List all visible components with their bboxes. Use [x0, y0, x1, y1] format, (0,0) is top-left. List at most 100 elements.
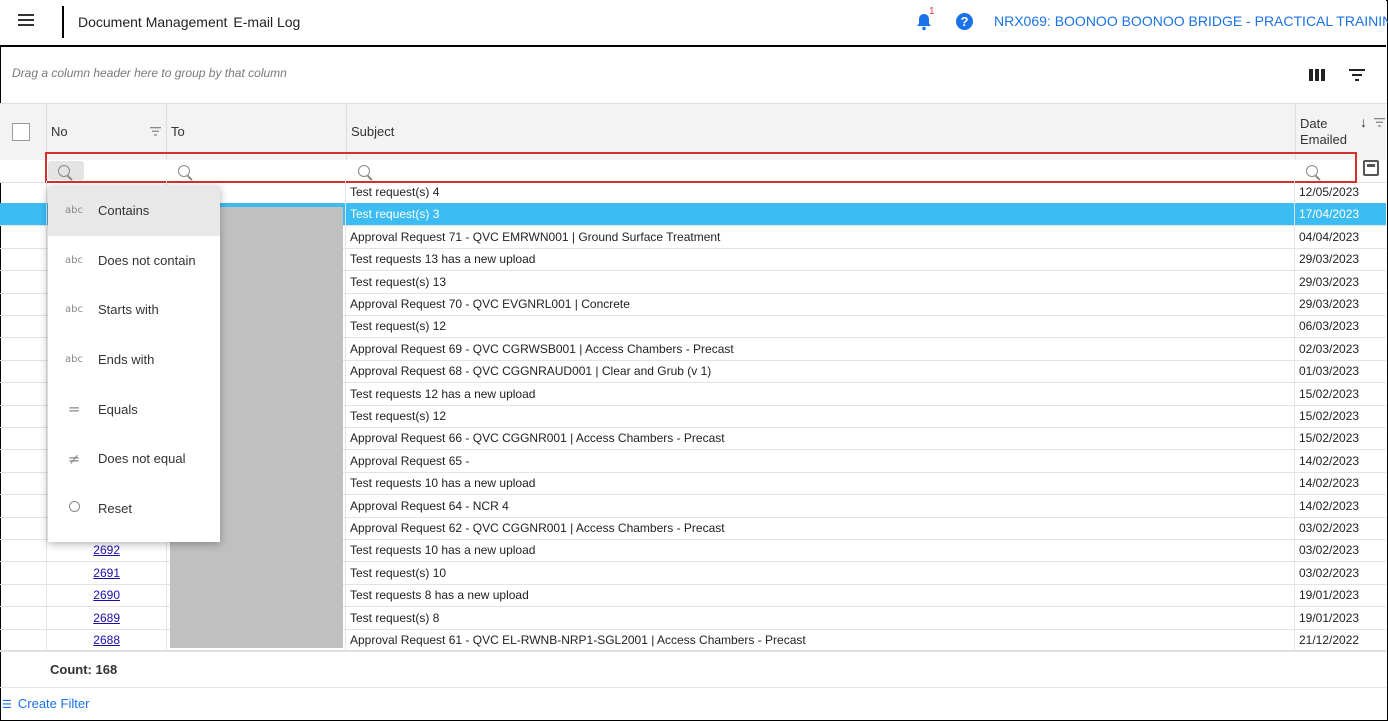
- cell-subject: Test requests 12 has a new upload: [347, 382, 1295, 405]
- row-checkbox-cell: [0, 494, 47, 517]
- email-link[interactable]: 2692: [93, 543, 166, 557]
- cell-date: 14/02/2023: [1299, 476, 1360, 491]
- sort-desc-icon[interactable]: ↓: [1360, 114, 1367, 130]
- filter-icon: ☰: [2, 699, 12, 711]
- filter-menu-item[interactable]: Reset: [48, 484, 220, 534]
- filter-operator-button-no[interactable]: [48, 161, 84, 180]
- create-filter-label: Create Filter: [17, 696, 90, 711]
- cell-subject: Test request(s) 12: [347, 315, 1295, 338]
- row-checkbox-cell: [0, 181, 47, 203]
- row-checkbox-cell: [0, 629, 47, 651]
- cell-subject: Test request(s) 10: [347, 561, 1295, 584]
- cell-date: 29/03/2023: [1299, 297, 1360, 311]
- cell-date: 04/04/2023: [1299, 229, 1360, 244]
- menu-icon[interactable]: [18, 14, 34, 28]
- search-icon: [58, 165, 70, 177]
- row-checkbox-cell: [0, 315, 47, 338]
- cell-subject: Approval Request 66 - QVC CGGNR001 | Acc…: [347, 427, 1295, 450]
- filter-menu-item[interactable]: abc Starts with: [48, 285, 220, 335]
- filter-menu-item[interactable]: ≠ Does not equal: [48, 434, 220, 484]
- filter-menu-label: Does not contain: [98, 252, 196, 268]
- cell-no[interactable]: 2691: [47, 561, 167, 584]
- create-filter-link[interactable]: ☰ Create Filter: [2, 696, 89, 711]
- row-checkbox-cell: [0, 248, 47, 271]
- cell-date: 29/03/2023: [1299, 274, 1360, 289]
- filter-operator-menu: abc Contains abc Does not contain abc Starts …: [48, 186, 220, 542]
- cell-date: 21/12/2022: [1299, 633, 1360, 647]
- search-icon[interactable]: [178, 165, 190, 177]
- header-to-label: To: [171, 124, 185, 139]
- top-bar: Document Management E-mail Log 1 ? NRX069…: [0, 0, 1388, 47]
- notification-badge: 1: [929, 6, 935, 17]
- header-date[interactable]: Date Emailed ↓: [1296, 104, 1386, 160]
- cell-no[interactable]: 2690: [47, 584, 167, 607]
- email-link[interactable]: 2690: [93, 588, 166, 602]
- filter-menu-label: Does not equal: [98, 451, 186, 467]
- filter-menu-item[interactable]: = Equals: [48, 384, 220, 434]
- search-icon[interactable]: [358, 165, 370, 177]
- cell-date: 03/02/2023: [1299, 565, 1360, 580]
- filter-input-subject[interactable]: [348, 160, 1294, 181]
- cell-subject: Approval Request 64 - NCR 4: [347, 494, 1295, 517]
- cell-subject: Test request(s) 4: [347, 181, 1295, 203]
- group-panel[interactable]: Drag a column header here to group by th…: [0, 47, 1386, 104]
- row-checkbox-cell: [0, 472, 47, 495]
- email-link[interactable]: 2689: [93, 611, 166, 625]
- column-filter-icon[interactable]: [150, 127, 161, 136]
- cell-date: 12/05/2023: [1299, 185, 1360, 199]
- row-checkbox-cell: [0, 584, 47, 607]
- row-checkbox-cell: [0, 405, 47, 427]
- filter-menu-item[interactable]: abc Does not contain: [48, 236, 220, 286]
- header-no[interactable]: No: [47, 104, 167, 160]
- cell-subject: Test requests 8 has a new upload: [347, 584, 1295, 607]
- row-checkbox-cell: [0, 360, 47, 383]
- email-link[interactable]: 2691: [93, 566, 166, 580]
- footer: Count: 168: [0, 650, 1386, 688]
- text-operator-icon: abc: [65, 304, 83, 316]
- cell-subject: Test request(s) 13: [347, 270, 1295, 293]
- cell-no[interactable]: 2692: [47, 539, 167, 562]
- row-checkbox-cell: [0, 270, 47, 293]
- filter-menu-label: Ends with: [98, 352, 155, 368]
- cell-no[interactable]: 2689: [47, 606, 167, 629]
- app-title: Document Management: [78, 14, 228, 30]
- cell-subject: Test requests 13 has a new upload: [347, 248, 1295, 271]
- cell-subject: Test request(s) 12: [347, 405, 1295, 427]
- calendar-icon[interactable]: [1363, 160, 1379, 176]
- cell-subject: Test requests 10 has a new upload: [347, 472, 1295, 495]
- text-operator-icon: abc: [65, 254, 83, 266]
- filter-menu-label: Starts with: [98, 302, 159, 318]
- cell-subject: Approval Request 68 - QVC CGGNRAUD001 | …: [347, 360, 1295, 383]
- header-subject[interactable]: Subject: [347, 104, 1296, 160]
- filter-menu-label: Reset: [98, 500, 132, 516]
- project-link[interactable]: NRX069: BOONOO BOONOO BRIDGE - PRACTICAL…: [994, 13, 1388, 29]
- filter-icon[interactable]: [1349, 69, 1365, 81]
- row-checkbox-cell: [0, 517, 47, 539]
- cell-subject: Approval Request 70 - QVC EVGNRL001 | Co…: [347, 293, 1295, 315]
- record-count: Count: 168: [50, 662, 118, 677]
- search-icon[interactable]: [1306, 165, 1318, 177]
- text-operator-icon: abc: [65, 205, 83, 217]
- header-no-label: No: [51, 124, 68, 139]
- cell-subject: Approval Request 69 - QVC CGRWSB001 | Ac…: [347, 337, 1295, 360]
- cell-subject: Approval Request 65 -: [347, 449, 1295, 472]
- select-all-checkbox[interactable]: [12, 123, 30, 141]
- cell-date: 19/01/2023: [1299, 588, 1360, 603]
- column-chooser-icon[interactable]: [1309, 69, 1325, 81]
- cell-date: 29/03/2023: [1299, 252, 1360, 267]
- cell-no[interactable]: 2688: [47, 629, 167, 651]
- cell-date: 14/02/2023: [1299, 498, 1360, 513]
- help-icon[interactable]: ?: [956, 13, 973, 30]
- filter-input-date[interactable]: [1296, 160, 1358, 181]
- cell-subject: Test request(s) 8: [347, 606, 1295, 629]
- cell-date: 15/02/2023: [1299, 386, 1360, 401]
- text-operator-icon: abc: [65, 354, 83, 366]
- cell-date: 01/03/2023: [1299, 364, 1360, 379]
- column-filter-icon[interactable]: [1374, 118, 1385, 127]
- filter-menu-item[interactable]: abc Ends with: [48, 335, 220, 385]
- email-link[interactable]: 2688: [93, 633, 166, 647]
- filter-input-to[interactable]: [168, 160, 346, 181]
- filter-menu-item[interactable]: abc Contains: [48, 186, 220, 236]
- header-to[interactable]: To: [167, 104, 347, 160]
- cell-date: 15/02/2023: [1299, 409, 1360, 423]
